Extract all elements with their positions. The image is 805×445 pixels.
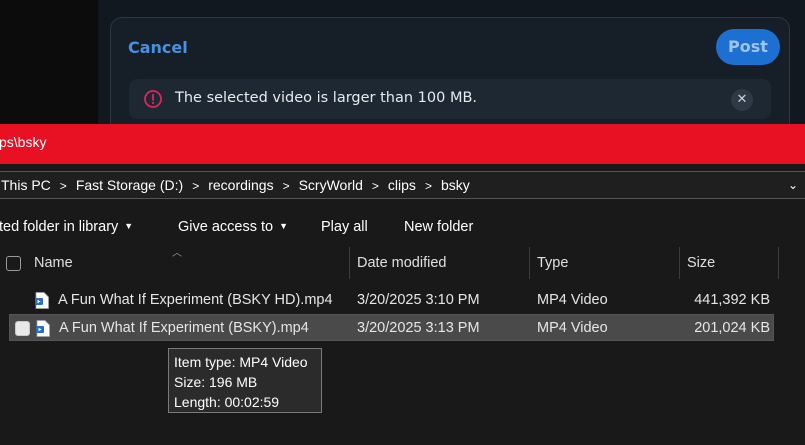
video-file-icon [36, 320, 50, 337]
breadcrumb-recordings[interactable]: recordings [208, 177, 273, 193]
breadcrumb: This PC > Fast Storage (D:) > recordings > Scr… [1, 177, 470, 193]
play-all-button[interactable]: Play all [321, 219, 368, 235]
column-headers: ︿ Name Date modified Type Size [0, 247, 805, 279]
column-header-type[interactable]: Type [537, 255, 568, 271]
breadcrumb-this-pc[interactable]: This PC [1, 177, 51, 193]
file-date: 3/20/2025 3:10 PM [357, 292, 480, 308]
alert-circle-icon [144, 90, 162, 108]
file-size: 441,392 KB [694, 292, 770, 308]
file-type: MP4 Video [537, 320, 608, 336]
chevron-right-icon[interactable]: > [192, 179, 199, 193]
select-all-checkbox[interactable] [6, 256, 21, 271]
caret-down-icon: ▼ [279, 221, 289, 231]
breadcrumb-bsky[interactable]: bsky [441, 177, 470, 193]
title-bar[interactable]: ps\bsky [0, 124, 805, 164]
caret-down-icon: ▼ [124, 221, 134, 231]
row-checkbox[interactable] [15, 321, 30, 336]
chevron-down-icon[interactable]: ⌄ [788, 178, 798, 192]
file-name: A Fun What If Experiment (BSKY).mp4 [59, 320, 309, 336]
column-header-name[interactable]: Name [34, 255, 73, 271]
file-row[interactable]: A Fun What If Experiment (BSKY HD).mp4 3… [9, 287, 774, 314]
command-toolbar: ted folder in library ▼ Give access to ▼ P… [0, 211, 805, 245]
alert-message: The selected video is larger than 100 MB… [175, 90, 478, 106]
chevron-right-icon[interactable]: > [425, 179, 432, 193]
file-explorer-window: ps\bsky This PC > Fast Storage (D:) > record… [0, 124, 805, 445]
file-name: A Fun What If Experiment (BSKY HD).mp4 [58, 292, 333, 308]
post-button[interactable]: Post [716, 29, 780, 65]
chevron-right-icon[interactable]: > [60, 179, 67, 193]
address-bar[interactable]: This PC > Fast Storage (D:) > recordings > Scr… [0, 171, 805, 199]
column-divider[interactable] [529, 247, 530, 279]
column-divider[interactable] [778, 247, 779, 279]
file-date: 3/20/2025 3:13 PM [357, 320, 480, 336]
chevron-right-icon[interactable]: > [372, 179, 379, 193]
window-title: ps\bsky [0, 134, 47, 150]
column-header-date[interactable]: Date modified [357, 255, 446, 271]
video-file-icon [35, 292, 49, 309]
sort-ascending-icon: ︿ [172, 248, 182, 259]
column-divider[interactable] [679, 247, 680, 279]
file-type: MP4 Video [537, 292, 608, 308]
breadcrumb-clips[interactable]: clips [388, 177, 416, 193]
tooltip-size: Size: 196 MB [174, 374, 258, 390]
file-row-selected[interactable]: A Fun What If Experiment (BSKY).mp4 3/20… [9, 314, 774, 341]
close-icon[interactable]: ✕ [731, 89, 753, 111]
new-folder-button[interactable]: New folder [404, 219, 473, 235]
post-dialog: Cancel Post The selected video is larger… [110, 17, 790, 137]
cancel-button[interactable]: Cancel [128, 38, 188, 57]
breadcrumb-fast-storage[interactable]: Fast Storage (D:) [76, 177, 183, 193]
screen: Cancel Post The selected video is larger… [0, 0, 805, 445]
column-divider[interactable] [349, 247, 350, 279]
chevron-right-icon[interactable]: > [283, 179, 290, 193]
tooltip-length: Length: 00:02:59 [174, 394, 280, 410]
include-in-library-button[interactable]: ted folder in library ▼ [0, 219, 133, 235]
breadcrumb-scryworld[interactable]: ScryWorld [299, 177, 363, 193]
file-size: 201,024 KB [694, 320, 770, 336]
tooltip-item-type: Item type: MP4 Video [174, 354, 308, 370]
file-tooltip: Item type: MP4 Video Size: 196 MB Length… [168, 348, 322, 413]
give-access-button[interactable]: Give access to ▼ [178, 219, 288, 235]
column-header-size[interactable]: Size [687, 255, 715, 271]
error-alert: The selected video is larger than 100 MB… [129, 79, 771, 119]
